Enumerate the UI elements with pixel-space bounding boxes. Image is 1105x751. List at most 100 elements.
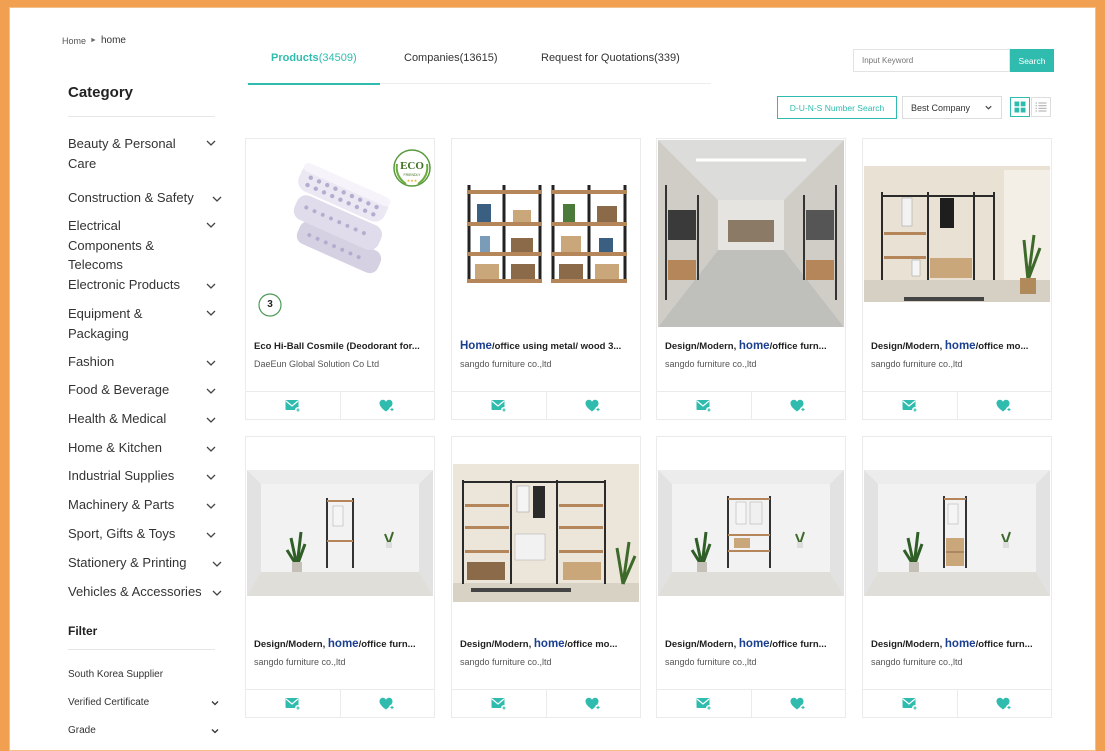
product-title[interactable]: Design/Modern, home/office furn... <box>871 638 1047 650</box>
sort-select[interactable]: Best Company <box>902 96 1002 119</box>
category-label: Equipment & Packaging <box>68 306 143 341</box>
company-name[interactable]: sangdo furniture co.,ltd <box>871 657 963 667</box>
product-title[interactable]: Home/office using metal/ wood 3... <box>460 340 636 352</box>
search-button[interactable]: Search <box>1010 49 1054 72</box>
product-title[interactable]: Design/Modern, home/office furn... <box>665 340 841 352</box>
product-card[interactable]: Design/Modern, home/office furn... sangd… <box>862 436 1052 718</box>
favorite-button[interactable] <box>750 392 846 419</box>
product-card[interactable]: Design/Modern, home/office mo... sangdo … <box>451 436 641 718</box>
inquiry-button[interactable] <box>452 392 546 419</box>
mail-plus-icon <box>902 697 918 711</box>
company-name[interactable]: DaeEun Global Solution Co Ltd <box>254 359 379 369</box>
title-pre: Design/Modern, <box>665 639 739 650</box>
card-actions <box>452 689 640 717</box>
filter-label: South Korea Supplier <box>68 669 164 680</box>
product-title[interactable]: Eco Hi-Ball Cosmile (Deodorant for... <box>254 340 430 352</box>
company-name[interactable]: sangdo furniture co.,ltd <box>665 657 757 667</box>
category-item[interactable]: Electronic Products <box>68 275 218 295</box>
chevron-down-icon <box>985 105 992 110</box>
category-label: Fashion <box>68 354 115 369</box>
inquiry-button[interactable] <box>452 690 546 717</box>
title-post: /office furn... <box>358 639 416 650</box>
heart-plus-icon <box>790 697 807 710</box>
filter-verified-certificate[interactable]: Verified Certificate <box>68 697 219 708</box>
tab-request-for-quotations[interactable]: Request for Quotations(339) <box>541 52 680 84</box>
product-card[interactable]: ECO FRIENDLY ★★★ 3 Eco Hi-Ball Cosmile (… <box>245 138 435 420</box>
category-label: Machinery & Parts <box>68 497 175 512</box>
tab-products-count: (34509) <box>318 52 357 64</box>
product-image <box>453 140 639 327</box>
title-pre: Design/Modern, <box>254 639 328 650</box>
inquiry-button[interactable] <box>657 392 751 419</box>
title-keyword: home <box>944 340 976 352</box>
inquiry-button[interactable] <box>246 392 340 419</box>
title-pre: Design/Modern, <box>460 639 534 650</box>
category-item[interactable]: Equipment & Packaging <box>68 304 218 343</box>
breadcrumb-home-link[interactable]: Home <box>62 36 86 46</box>
category-item[interactable]: Fashion <box>68 352 218 372</box>
company-name[interactable]: sangdo furniture co.,ltd <box>460 657 552 667</box>
category-item[interactable]: Industrial Supplies <box>68 466 218 486</box>
category-item[interactable]: Machinery & Parts <box>68 495 218 515</box>
breadcrumb-separator-icon: ► <box>90 37 97 44</box>
category-item[interactable]: Construction & Safety <box>68 188 222 208</box>
result-tabs: Products(34509) Companies(13615) Request… <box>246 52 711 85</box>
product-card[interactable]: Home/office using metal/ wood 3... sangd… <box>451 138 641 420</box>
product-title[interactable]: Design/Modern, home/office mo... <box>871 340 1047 352</box>
favorite-button[interactable] <box>956 392 1052 419</box>
inquiry-button[interactable] <box>863 392 957 419</box>
heart-plus-icon <box>790 399 807 412</box>
category-item[interactable]: Sport, Gifts & Toys <box>68 524 218 544</box>
category-item[interactable]: Vehicles & Accessories <box>68 582 222 602</box>
favorite-button[interactable] <box>339 392 435 419</box>
chevron-down-icon <box>206 283 216 289</box>
category-item[interactable]: Electrical Components & Telecoms <box>68 216 218 275</box>
product-image <box>453 438 639 625</box>
chevron-down-icon <box>212 196 222 202</box>
mail-plus-icon <box>285 697 301 711</box>
tab-products[interactable]: Products(34509) <box>248 52 380 85</box>
tab-products-label: Products <box>271 52 319 64</box>
product-image <box>658 140 844 327</box>
sort-selected-value: Best Company <box>911 102 971 113</box>
search-input[interactable] <box>853 49 1010 72</box>
heart-plus-icon <box>996 399 1013 412</box>
inquiry-button[interactable] <box>863 690 957 717</box>
tab-companies[interactable]: Companies(13615) <box>404 52 498 84</box>
category-item[interactable]: Home & Kitchen <box>68 438 218 458</box>
category-item[interactable]: Food & Beverage <box>68 380 218 400</box>
product-title[interactable]: Design/Modern, home/office furn... <box>665 638 841 650</box>
inquiry-button[interactable] <box>657 690 751 717</box>
filter-south-korea-supplier[interactable]: South Korea Supplier <box>68 669 218 680</box>
chevron-down-icon <box>206 360 216 366</box>
company-name[interactable]: sangdo furniture co.,ltd <box>254 657 346 667</box>
product-card[interactable]: Design/Modern, home/office furn... sangd… <box>245 436 435 718</box>
duns-search-button[interactable]: D-U-N-S Number Search <box>777 96 897 119</box>
category-item[interactable]: Health & Medical <box>68 409 218 429</box>
category-item[interactable]: Beauty & Personal Care <box>68 134 218 173</box>
list-view-button[interactable] <box>1031 97 1051 117</box>
favorite-button[interactable] <box>750 690 846 717</box>
favorite-button[interactable] <box>339 690 435 717</box>
card-actions <box>657 391 845 419</box>
grid-view-button[interactable] <box>1010 97 1030 117</box>
mail-plus-icon <box>285 399 301 413</box>
inquiry-button[interactable] <box>246 690 340 717</box>
product-title[interactable]: Design/Modern, home/office furn... <box>254 638 430 650</box>
favorite-button[interactable] <box>956 690 1052 717</box>
favorite-button[interactable] <box>545 690 641 717</box>
product-title[interactable]: Design/Modern, home/office mo... <box>460 638 636 650</box>
company-name[interactable]: sangdo furniture co.,ltd <box>665 359 757 369</box>
category-item[interactable]: Stationery & Printing <box>68 553 222 573</box>
eco-badge-subtext: FRIENDLY <box>403 173 421 177</box>
favorite-button[interactable] <box>545 392 641 419</box>
product-card[interactable]: Design/Modern, home/office furn... sangd… <box>656 436 846 718</box>
category-divider <box>68 116 215 117</box>
product-card[interactable]: Design/Modern, home/office mo... sangdo … <box>862 138 1052 420</box>
company-name[interactable]: sangdo furniture co.,ltd <box>460 359 552 369</box>
company-name[interactable]: sangdo furniture co.,ltd <box>871 359 963 369</box>
mail-plus-icon <box>491 697 507 711</box>
product-card[interactable]: Design/Modern, home/office furn... sangd… <box>656 138 846 420</box>
filter-grade[interactable]: Grade <box>68 725 219 736</box>
title-keyword: Home <box>460 340 492 352</box>
